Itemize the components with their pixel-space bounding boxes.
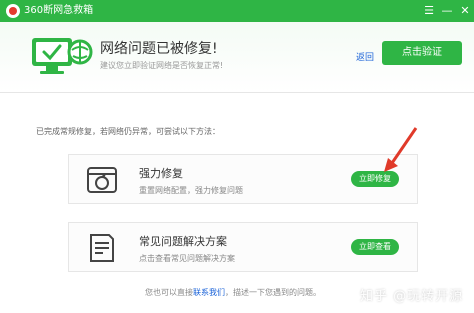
network-fixed-icon (32, 38, 93, 74)
banner-title: 网络问题已被修复! (100, 41, 218, 57)
watermark: 知乎 @玩转开源 (360, 289, 464, 304)
footer-suffix: ，描述一下您遇到的问题。 (225, 288, 321, 297)
faq-card: 常见问题解决方案 点击查看常见问题解决方案 立即查看 (68, 222, 418, 272)
verify-button[interactable]: 点击验证 (382, 41, 462, 65)
repair-card: 强力修复 重置网络配置，强力修复问题 立即修复 (68, 154, 418, 204)
contact-us-link[interactable]: 联系我们 (193, 288, 225, 297)
document-icon (90, 234, 114, 262)
app-logo-icon (6, 4, 20, 18)
menu-icon[interactable]: ☰ (420, 2, 438, 20)
title-bar: 360断网急救箱 ☰ — ✕ (0, 0, 474, 22)
view-now-button[interactable]: 立即查看 (351, 239, 399, 255)
card-description: 重置网络配置，强力修复问题 (139, 186, 243, 195)
card-title: 强力修复 (139, 167, 183, 180)
card-description: 点击查看常见问题解决方案 (139, 254, 235, 263)
red-arrow-annotation (384, 127, 418, 172)
back-link[interactable]: 返回 (356, 50, 374, 63)
footer-text: 您也可以直接联系我们，描述一下您遇到的问题。 (145, 287, 321, 298)
banner-subtitle: 建议您立即验证网络是否恢复正常! (100, 61, 224, 70)
footer-prefix: 您也可以直接 (145, 288, 193, 297)
intro-text: 已完成常规修复，若网络仍异常，可尝试以下方法： (36, 127, 220, 136)
repair-icon (87, 167, 117, 193)
close-button[interactable]: ✕ (456, 2, 474, 20)
minimize-button[interactable]: — (438, 2, 456, 20)
window-title: 360断网急救箱 (24, 5, 94, 16)
status-banner: 网络问题已被修复! 建议您立即验证网络是否恢复正常! 返回 点击验证 (0, 22, 474, 93)
card-title: 常见问题解决方案 (139, 235, 227, 248)
